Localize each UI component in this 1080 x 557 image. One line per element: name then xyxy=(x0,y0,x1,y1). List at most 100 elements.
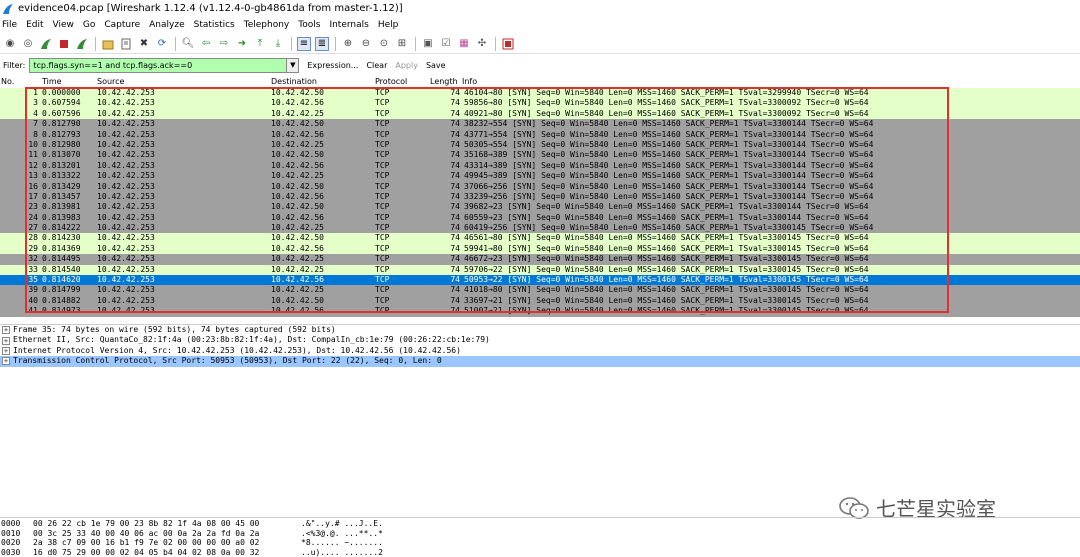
expand-icon[interactable]: + xyxy=(2,357,10,366)
column-header-no[interactable]: No. xyxy=(1,77,14,86)
menu-file[interactable]: File xyxy=(2,20,17,30)
close-file-icon[interactable]: ✖ xyxy=(137,37,151,51)
packet-source: 10.42.42.253 xyxy=(97,254,155,264)
first-packet-icon[interactable]: ⤒ xyxy=(253,37,267,51)
detail-tree-item[interactable]: + Internet Protocol Version 4, Src: 10.42… xyxy=(0,346,1080,356)
clear-button[interactable]: Clear xyxy=(366,61,387,70)
detail-tree-item[interactable]: + Ethernet II, Src: QuantaCo_82:1f:4a (00… xyxy=(0,335,1080,345)
help-icon[interactable] xyxy=(501,37,515,51)
menu-analyze[interactable]: Analyze xyxy=(149,20,184,30)
open-file-icon[interactable] xyxy=(101,37,115,51)
packet-row[interactable]: 29 0.814369 10.42.42.253 10.42.42.56 TCP 74 59… xyxy=(0,243,1080,255)
auto-scroll-icon[interactable]: ≣ xyxy=(315,36,329,51)
packet-row[interactable]: 27 0.814222 10.42.42.253 10.42.42.25 TCP 74 60… xyxy=(0,223,1080,234)
packet-row[interactable]: 23 0.813981 10.42.42.253 10.42.42.50 TCP 74 39… xyxy=(0,202,1080,213)
find-packet-icon[interactable]: 🔍︎ xyxy=(181,37,195,51)
packet-row[interactable]: 16 0.813429 10.42.42.253 10.42.42.50 TCP 74 37… xyxy=(0,181,1080,192)
go-forward-icon[interactable]: ⇨ xyxy=(217,37,231,51)
detail-tree-item[interactable]: + Frame 35: 74 bytes on wire (592 bits), … xyxy=(0,325,1080,335)
menu-capture[interactable]: Capture xyxy=(104,20,140,30)
packet-row[interactable]: 28 0.814230 10.42.42.253 10.42.42.50 TCP 74 46… xyxy=(0,233,1080,244)
detail-tree-item[interactable]: + Transmission Control Protocol, Src Port… xyxy=(0,356,1080,367)
column-header-destination[interactable]: Destination xyxy=(271,77,317,86)
preferences-icon[interactable]: ✣ xyxy=(475,37,489,51)
zoom-normal-icon[interactable]: ⊙ xyxy=(377,37,391,51)
packet-row[interactable]: 39 0.814799 10.42.42.253 10.42.42.25 TCP 74 41… xyxy=(0,285,1080,296)
column-header-length[interactable]: Length xyxy=(430,77,458,86)
packet-row[interactable]: 17 0.813457 10.42.42.253 10.42.42.56 TCP 74 33… xyxy=(0,191,1080,203)
packet-time: 0.813983 xyxy=(42,212,81,222)
apply-button[interactable]: Apply xyxy=(395,61,418,70)
last-packet-icon[interactable]: ⤓ xyxy=(271,37,285,51)
packet-time: 0.607594 xyxy=(42,98,81,108)
menu-view[interactable]: View xyxy=(53,20,74,30)
packet-row[interactable]: 40 0.814882 10.42.42.253 10.42.42.50 TCP 74 33… xyxy=(0,295,1080,307)
go-back-icon[interactable]: ⇦ xyxy=(199,37,213,51)
display-filter-input[interactable]: tcp.flags.syn==1 and tcp.flags.ack==0 xyxy=(29,57,288,73)
packet-no: 39 xyxy=(28,285,38,295)
coloring-rules-icon[interactable]: ▦ xyxy=(457,37,471,51)
packet-row[interactable]: 33 0.814540 10.42.42.253 10.42.42.25 TCP 74 59… xyxy=(0,264,1080,276)
packet-row[interactable]: 12 0.813201 10.42.42.253 10.42.42.56 TCP 74 43… xyxy=(0,160,1080,172)
packet-source: 10.42.42.253 xyxy=(97,119,155,129)
resize-columns-icon[interactable]: ⊞ xyxy=(395,37,409,51)
colorize-icon[interactable]: ≡ xyxy=(297,36,311,51)
save-file-icon[interactable] xyxy=(119,37,133,51)
packet-source: 10.42.42.253 xyxy=(97,98,155,108)
filter-dropdown-icon[interactable]: ▼ xyxy=(287,57,300,73)
expression-button[interactable]: Expression... xyxy=(307,61,358,70)
packet-row-selected[interactable]: 35 0.814620 10.42.42.253 10.42.42.56 TCP 74 50… xyxy=(0,275,1080,286)
go-to-packet-icon[interactable]: ➜ xyxy=(235,37,249,51)
packet-row[interactable]: 3 0.607594 10.42.42.253 10.42.42.56 TCP 74 598… xyxy=(0,98,1080,109)
menu-tools[interactable]: Tools xyxy=(298,20,320,30)
restart-capture-icon[interactable] xyxy=(75,37,89,51)
packet-time: 0.813201 xyxy=(42,160,81,170)
packet-row[interactable]: 32 0.814495 10.42.42.253 10.42.42.25 TCP 74 46… xyxy=(0,254,1080,265)
expand-icon[interactable]: + xyxy=(2,346,10,355)
menu-help[interactable]: Help xyxy=(378,20,399,30)
column-header-time[interactable]: Time xyxy=(42,77,62,86)
stop-capture-icon[interactable] xyxy=(57,37,71,51)
reload-icon[interactable]: ⟳ xyxy=(155,37,169,51)
packet-row[interactable]: 11 0.813070 10.42.42.253 10.42.42.50 TCP 74 35… xyxy=(0,150,1080,161)
zoom-in-icon[interactable]: ⊕ xyxy=(341,37,355,51)
expand-icon[interactable]: + xyxy=(2,326,10,335)
column-header-source[interactable]: Source xyxy=(97,77,124,86)
packet-row[interactable]: 8 0.812793 10.42.42.253 10.42.42.56 TCP 74 437… xyxy=(0,129,1080,140)
packet-time: 0.814230 xyxy=(42,233,81,243)
expand-icon[interactable]: + xyxy=(2,336,10,345)
packet-no: 23 xyxy=(28,202,38,212)
packet-row[interactable]: 41 0.814973 10.42.42.253 10.42.42.56 TCP 74 51… xyxy=(0,306,1080,317)
packet-destination: 10.42.42.56 xyxy=(271,306,324,316)
start-capture-icon[interactable] xyxy=(39,37,53,51)
packet-row[interactable]: 4 0.607596 10.42.42.253 10.42.42.25 TCP 74 409… xyxy=(0,108,1080,120)
interfaces-icon[interactable]: ◉ xyxy=(3,37,17,51)
menu-statistics[interactable]: Statistics xyxy=(194,20,235,30)
packet-source: 10.42.42.253 xyxy=(97,243,155,253)
display-filters-icon[interactable]: ☑ xyxy=(439,37,453,51)
menu-edit[interactable]: Edit xyxy=(26,20,43,30)
packet-destination: 10.42.42.25 xyxy=(271,171,324,181)
zoom-out-icon[interactable]: ⊖ xyxy=(359,37,373,51)
packet-row[interactable]: 13 0.813322 10.42.42.253 10.42.42.25 TCP 74 49… xyxy=(0,171,1080,182)
packet-destination: 10.42.42.25 xyxy=(271,139,324,149)
packet-row[interactable]: 10 0.812980 10.42.42.253 10.42.42.25 TCP 74 50… xyxy=(0,139,1080,151)
detail-text: Frame 35: 74 bytes on wire (592 bits), 7… xyxy=(13,325,336,334)
menu-go[interactable]: Go xyxy=(83,20,95,30)
packet-row[interactable]: 1 0.000000 10.42.42.253 10.42.42.50 TCP 74 461… xyxy=(0,88,1080,99)
packet-protocol: TCP xyxy=(375,223,390,233)
packet-destination: 10.42.42.56 xyxy=(271,212,324,222)
capture-filters-icon[interactable]: ▣ xyxy=(421,37,435,51)
packet-length: 74 xyxy=(450,264,460,274)
menu-telephony[interactable]: Telephony xyxy=(244,20,290,30)
packet-row[interactable]: 24 0.813983 10.42.42.253 10.42.42.56 TCP 74 60… xyxy=(0,212,1080,224)
menu-internals[interactable]: Internals xyxy=(329,20,368,30)
column-header-protocol[interactable]: Protocol xyxy=(375,77,407,86)
packet-length: 74 xyxy=(450,181,460,191)
column-header-info[interactable]: Info xyxy=(462,77,477,86)
packet-row[interactable]: 7 0.812790 10.42.42.253 10.42.42.50 TCP 74 382… xyxy=(0,119,1080,130)
options-icon[interactable]: ◎ xyxy=(21,37,35,51)
packet-source: 10.42.42.253 xyxy=(97,160,155,170)
bytes-offset: 0000 xyxy=(1,519,21,528)
save-button[interactable]: Save xyxy=(426,61,446,70)
